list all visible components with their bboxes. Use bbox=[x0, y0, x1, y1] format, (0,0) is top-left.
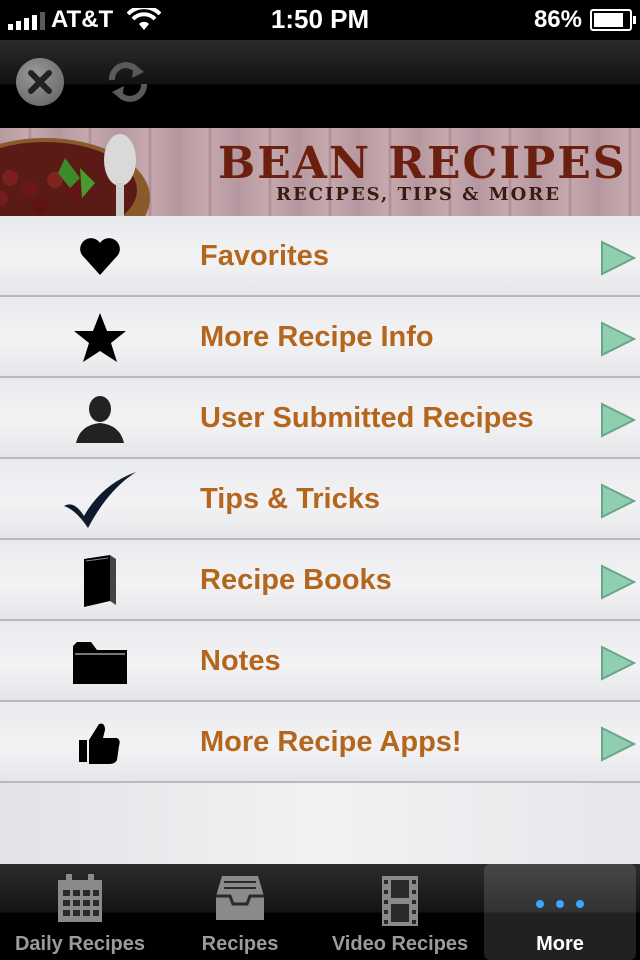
disclosure-arrow-icon bbox=[601, 321, 636, 357]
tab-daily-recipes[interactable]: Daily Recipes bbox=[0, 864, 160, 960]
tab-label: Recipes bbox=[201, 933, 279, 955]
menu-row-more-recipe-apps[interactable]: More Recipe Apps! bbox=[0, 702, 640, 783]
calendar-icon bbox=[58, 874, 102, 922]
folder-icon bbox=[58, 633, 142, 691]
close-icon bbox=[28, 70, 52, 94]
menu-row-more-recipe-info[interactable]: More Recipe Info bbox=[0, 297, 640, 378]
banner-title: BEAN RECIPES bbox=[218, 138, 627, 189]
menu-label: Recipe Books bbox=[200, 564, 392, 596]
refresh-button[interactable] bbox=[104, 58, 152, 106]
top-toolbar bbox=[0, 40, 640, 128]
status-bar: AT&T 1:50 PM 86% bbox=[0, 0, 640, 40]
disclosure-arrow-icon bbox=[601, 645, 636, 681]
close-button[interactable] bbox=[16, 58, 64, 106]
tab-more[interactable]: More bbox=[484, 864, 636, 960]
menu-label: Tips & Tricks bbox=[200, 483, 380, 515]
heart-icon bbox=[58, 228, 142, 286]
thumbs-up-icon bbox=[58, 714, 142, 772]
menu-label: More Recipe Info bbox=[200, 321, 434, 353]
banner-subtitle: RECIPES, TIPS & MORE bbox=[276, 184, 561, 205]
disclosure-arrow-icon bbox=[601, 240, 636, 276]
battery-fill bbox=[594, 13, 623, 27]
inbox-tray-icon bbox=[216, 876, 264, 920]
menu-label: More Recipe Apps! bbox=[200, 726, 462, 758]
tab-label: Daily Recipes bbox=[14, 933, 146, 955]
menu-row-recipe-books[interactable]: Recipe Books bbox=[0, 540, 640, 621]
menu-row-tips-tricks[interactable]: Tips & Tricks bbox=[0, 459, 640, 540]
more-dots-icon bbox=[536, 900, 584, 908]
star-icon bbox=[58, 309, 142, 367]
more-menu-list: Favorites More Recipe Info User Submitte… bbox=[0, 216, 640, 864]
tab-label: More bbox=[536, 933, 584, 955]
checkmark-icon bbox=[58, 471, 142, 529]
battery-group: 86% bbox=[533, 6, 636, 34]
app-banner: BEAN RECIPES RECIPES, TIPS & MORE bbox=[0, 128, 640, 216]
disclosure-arrow-icon bbox=[601, 402, 636, 438]
film-strip-icon bbox=[382, 876, 418, 926]
tab-bar: Daily Recipes Recipes Video Recipes More bbox=[0, 864, 640, 960]
menu-label: Favorites bbox=[200, 240, 329, 272]
user-icon bbox=[58, 390, 142, 448]
menu-label: Notes bbox=[200, 645, 281, 677]
battery-icon bbox=[590, 9, 636, 31]
disclosure-arrow-icon bbox=[601, 483, 636, 519]
battery-percent: 86% bbox=[533, 6, 582, 33]
menu-row-favorites[interactable]: Favorites bbox=[0, 216, 640, 297]
menu-row-notes[interactable]: Notes bbox=[0, 621, 640, 702]
disclosure-arrow-icon bbox=[601, 564, 636, 600]
disclosure-arrow-icon bbox=[601, 726, 636, 762]
refresh-icon bbox=[109, 62, 147, 102]
menu-label: User Submitted Recipes bbox=[200, 402, 534, 434]
tab-label: Video Recipes bbox=[331, 933, 469, 955]
bean-bowl-image bbox=[0, 134, 150, 216]
tab-video-recipes[interactable]: Video Recipes bbox=[320, 864, 480, 960]
book-icon bbox=[58, 552, 142, 610]
tab-recipes[interactable]: Recipes bbox=[160, 864, 320, 960]
menu-row-user-submitted-recipes[interactable]: User Submitted Recipes bbox=[0, 378, 640, 459]
